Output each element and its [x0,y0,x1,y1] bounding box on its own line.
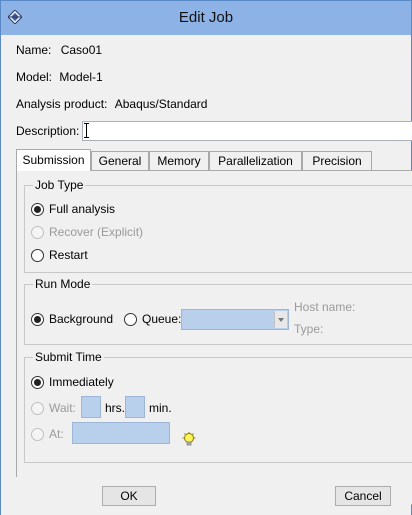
dialog-content: Name: Caso01 Model: Model-1 Analysis pro… [9,35,412,505]
tab-submission[interactable]: Submission [16,149,91,171]
model-row: Model: Model-1 [16,69,103,85]
submission-panel: Job Type Full analysis Recover (Explicit… [16,170,412,505]
wait-label[interactable]: Wait: [49,400,76,416]
background-label[interactable]: Background [49,311,113,327]
background-radio[interactable] [31,313,44,326]
run-mode-title: Run Mode [33,277,93,291]
analysis-product-row: Analysis product: Abaqus/Standard [16,96,207,112]
run-mode-group: Run Mode Background Queue: Host name: Ty… [24,277,412,345]
job-type-group: Job Type Full analysis Recover (Explicit… [24,178,412,273]
tab-parallelization[interactable]: Parallelization [209,151,302,170]
immediately-label[interactable]: Immediately [49,374,114,390]
tab-memory[interactable]: Memory [149,151,209,170]
abaqus-diamond-icon[interactable] [8,10,22,24]
wait-hours-input[interactable] [81,396,101,418]
hrs-label: hrs. [105,401,126,415]
min-label: min. [149,401,172,415]
queue-radio[interactable] [124,313,137,326]
full-analysis-radio[interactable] [31,203,44,216]
dialog-footer: OK Cancel [1,477,411,515]
at-radio[interactable] [31,428,44,441]
analysis-product-value: Abaqus/Standard [114,97,208,111]
lightbulb-icon[interactable] [182,432,196,448]
description-label: Description: [16,124,80,138]
description-input[interactable] [82,121,412,141]
type-label: Type: [294,322,324,336]
submit-time-group: Submit Time Immediately Wait: hrs. min. … [24,350,412,463]
recover-explicit-label[interactable]: Recover (Explicit) [49,224,143,240]
chevron-down-icon[interactable] [274,311,287,328]
edit-job-dialog: Edit Job Name: Caso01 Model: Model-1 Ana… [0,0,412,515]
name-label: Name: [16,43,52,57]
restart-label[interactable]: Restart [49,247,88,263]
tab-precision[interactable]: Precision [302,151,372,170]
wait-minutes-input[interactable] [125,396,145,418]
at-label[interactable]: At: [49,426,64,442]
at-time-input[interactable] [72,422,170,444]
submit-time-title: Submit Time [33,350,104,364]
host-name-label: Host name: [294,300,356,314]
wait-radio[interactable] [31,402,44,415]
cancel-button[interactable]: Cancel [335,486,391,506]
queue-label[interactable]: Queue: [142,311,181,327]
tab-general[interactable]: General [91,151,149,170]
window-title: Edit Job [178,9,234,26]
queue-select[interactable] [181,309,289,330]
title-bar[interactable]: Edit Job [1,1,411,35]
model-value: Model-1 [59,70,103,84]
full-analysis-label[interactable]: Full analysis [49,201,115,217]
ok-button[interactable]: OK [102,486,156,506]
immediately-radio[interactable] [31,376,44,389]
text-cursor-icon [84,123,91,138]
name-value: Caso01 [60,43,103,57]
job-name-row: Name: Caso01 [16,42,102,58]
model-label: Model: [16,70,53,84]
job-type-title: Job Type [33,178,86,192]
analysis-product-label: Analysis product: [16,97,108,111]
recover-explicit-radio[interactable] [31,226,44,239]
restart-radio[interactable] [31,249,44,262]
